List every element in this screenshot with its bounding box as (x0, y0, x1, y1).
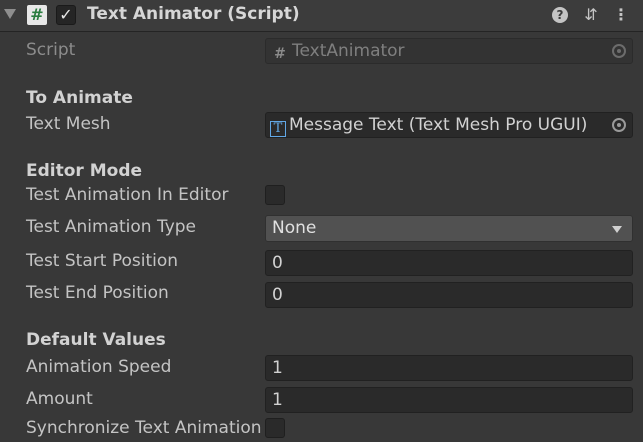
object-picker-icon (612, 44, 626, 58)
animation-speed-label: Animation Speed (26, 357, 172, 377)
test-animation-in-editor-label: Test Animation In Editor (26, 185, 229, 205)
amount-field[interactable]: 1 (265, 387, 633, 413)
test-start-position-field[interactable]: 0 (265, 250, 633, 276)
test-animation-type-value: None (272, 218, 317, 238)
text-mesh-field-value: Message Text (Text Mesh Pro UGUI) (289, 115, 588, 135)
test-end-position-field[interactable]: 0 (265, 282, 633, 308)
text-mesh-field[interactable]: T Message Text (Text Mesh Pro UGUI) (265, 112, 633, 138)
test-end-position-label: Test End Position (26, 283, 169, 303)
object-picker-icon[interactable] (612, 118, 626, 132)
section-default-values: Default Values (26, 330, 166, 350)
script-field: # TextAnimator (265, 38, 633, 64)
script-file-icon: # (274, 46, 286, 62)
synchronize-text-animation-label: Synchronize Text Animation (26, 418, 262, 438)
script-icon: # (27, 5, 47, 25)
help-icon[interactable]: ? (552, 7, 568, 23)
component-header[interactable]: # ✓ Text Animator (Script) ? ⇵ ⋮ (0, 0, 643, 32)
test-start-position-label: Test Start Position (26, 251, 179, 271)
foldout-arrow-icon[interactable] (4, 9, 16, 19)
test-animation-type-label: Test Animation Type (26, 217, 196, 237)
section-to-animate: To Animate (26, 88, 133, 108)
dropdown-arrow-icon (612, 226, 622, 233)
component-enabled-checkbox[interactable]: ✓ (56, 5, 76, 25)
section-editor-mode: Editor Mode (26, 161, 143, 181)
text-mesh-label: Text Mesh (26, 114, 111, 134)
test-animation-type-dropdown[interactable]: None (265, 215, 633, 242)
text-mesh-pro-icon: T (270, 121, 286, 137)
context-menu-icon[interactable]: ⋮ (612, 5, 630, 25)
animation-speed-field[interactable]: 1 (265, 355, 633, 381)
amount-label: Amount (26, 389, 93, 409)
component-title: Text Animator (Script) (87, 4, 300, 24)
script-field-value: TextAnimator (292, 41, 405, 61)
preset-icon[interactable]: ⇵ (582, 5, 600, 25)
test-animation-in-editor-checkbox[interactable] (265, 185, 285, 205)
synchronize-text-animation-checkbox[interactable] (265, 418, 285, 438)
script-label: Script (26, 40, 76, 60)
